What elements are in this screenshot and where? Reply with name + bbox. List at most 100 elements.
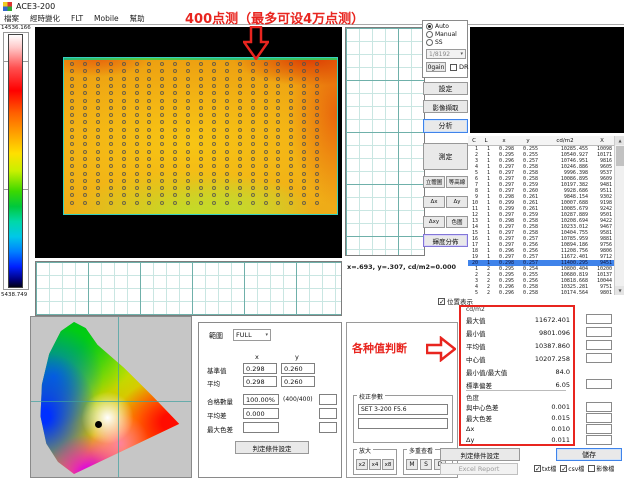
excel-report-button[interactable]: Excel Report — [440, 463, 518, 475]
measure-point — [109, 84, 113, 88]
measure-point — [135, 186, 139, 190]
delta-xy-button[interactable]: Δxy — [423, 216, 445, 228]
delta-x-button[interactable]: Δx — [423, 196, 445, 208]
judge-condition-button[interactable]: 判定條件設定 — [235, 441, 309, 454]
heatmap-canvas[interactable] — [35, 27, 342, 258]
max-diff-field[interactable] — [243, 422, 279, 433]
measure-point — [160, 142, 164, 146]
table-scrollbar[interactable]: ▲ ▼ — [614, 136, 624, 295]
stat-aux-box[interactable] — [586, 314, 612, 324]
checkbox-label: txt檔 — [542, 464, 556, 473]
radio-manual-icon[interactable] — [426, 31, 433, 38]
col-header-l[interactable]: L — [480, 138, 492, 144]
stat-aux-box[interactable] — [586, 402, 612, 412]
measure-point — [225, 157, 229, 161]
menu-time-variation[interactable]: 經時變化 — [30, 13, 60, 24]
radio-manual[interactable]: Manual — [426, 31, 457, 38]
checkbox-icon[interactable] — [588, 465, 595, 472]
checkbox-icon[interactable]: ✓ — [534, 465, 541, 472]
scrollbar-thumb[interactable] — [616, 146, 624, 166]
multi-m-button[interactable]: M — [406, 459, 418, 470]
luminance-distribution-button[interactable]: 輝度分佈 — [423, 234, 468, 247]
analyze-button[interactable]: 分析 — [423, 119, 468, 133]
export-checkbox-影像檔[interactable]: 影像檔 — [588, 464, 614, 473]
position-display-checkbox[interactable]: ✓ 位置表示 — [438, 296, 473, 306]
col-header-c[interactable]: C — [468, 138, 480, 144]
menu-flt[interactable]: FLT — [71, 14, 83, 23]
dr-checkbox-icon[interactable] — [450, 64, 457, 71]
checkbox-icon[interactable]: ✓ — [560, 465, 567, 472]
measure-point — [70, 157, 74, 161]
measure-point — [96, 128, 100, 132]
zoom-x2-button[interactable]: x2 — [356, 459, 368, 470]
menu-help[interactable]: 幫助 — [130, 13, 145, 24]
save-button[interactable]: 儲存 — [556, 448, 622, 461]
measure-point — [199, 113, 203, 117]
colorbar-frame — [3, 32, 29, 290]
heatmap-measure-area[interactable] — [63, 57, 338, 215]
scroll-up-icon[interactable]: ▲ — [615, 136, 624, 145]
radio-auto[interactable]: Auto — [426, 23, 449, 30]
ref-x-field[interactable]: 0.298 — [243, 363, 277, 374]
delta-y-button[interactable]: Δy — [446, 196, 468, 208]
avg-x-field[interactable]: 0.298 — [243, 376, 277, 387]
stat-aux-box[interactable] — [586, 327, 612, 337]
scroll-down-icon[interactable]: ▼ — [615, 286, 624, 295]
avg-y-field[interactable]: 0.260 — [281, 376, 315, 387]
measure-button[interactable]: 測定 — [423, 143, 468, 170]
avg-diff-field[interactable]: 0.000 — [243, 408, 279, 419]
pass-count-field[interactable]: 100.00% — [243, 394, 279, 405]
radio-ss[interactable]: SS — [426, 39, 443, 46]
measure-point — [147, 172, 151, 176]
radio-auto-icon[interactable] — [426, 23, 433, 30]
calibration-set-field[interactable]: SET 3-200 F5.6 — [358, 404, 448, 415]
menu-mobile[interactable]: Mobile — [94, 14, 119, 23]
max-diff-aux-box[interactable] — [319, 422, 337, 433]
settings-button[interactable]: 設定 — [423, 82, 468, 95]
col-header-X[interactable]: X — [590, 138, 614, 144]
measure-point — [225, 201, 229, 205]
zero-gain-button[interactable]: 0gain — [426, 62, 446, 72]
table-row[interactable]: 520.2960.25810174.5649801 — [468, 290, 614, 296]
measure-point — [109, 77, 113, 81]
col-header-cdm2[interactable]: cd/m2 — [540, 138, 590, 144]
annotation-side-note: 各种值判断 — [352, 340, 407, 356]
measure-point — [264, 77, 268, 81]
image-capture-button[interactable]: 影像擷取 — [423, 100, 468, 113]
export-checkbox-txt檔[interactable]: ✓txt檔 — [534, 464, 556, 473]
range-select[interactable]: FULL▾ — [233, 329, 271, 341]
position-display-checkbox-icon[interactable]: ✓ — [438, 298, 445, 305]
stat-aux-box[interactable] — [586, 435, 612, 445]
export-checkbox-csv檔[interactable]: ✓csv檔 — [560, 464, 584, 473]
stat-aux-box[interactable] — [586, 353, 612, 363]
menu-file[interactable]: 檔案 — [4, 13, 19, 24]
multi-s-button[interactable]: S — [420, 459, 432, 470]
view-3d-button[interactable]: 立體圖 — [423, 176, 445, 188]
measure-point — [251, 113, 255, 117]
stat-aux-box[interactable] — [586, 379, 612, 389]
measure-point — [276, 150, 280, 154]
contour-button[interactable]: 等高線 — [446, 176, 468, 188]
judge-condition-button-2[interactable]: 判定條件設定 — [440, 448, 520, 461]
pass-aux-box[interactable] — [319, 394, 337, 405]
measure-point — [186, 179, 190, 183]
exposure-select[interactable]: 1/8192▾ — [426, 49, 466, 59]
radio-ss-icon[interactable] — [426, 39, 433, 46]
gamut-button[interactable]: 色圍 — [446, 216, 468, 228]
stat-aux-box[interactable] — [586, 340, 612, 350]
zoom-x4-button[interactable]: x4 — [369, 459, 381, 470]
col-header-x[interactable]: x — [492, 138, 516, 144]
calibration-extra-field[interactable] — [358, 418, 448, 429]
avg-diff-aux-box[interactable] — [319, 408, 337, 419]
measure-point — [70, 128, 74, 132]
zoom-x8-button[interactable]: x8 — [382, 459, 394, 470]
stat-aux-box[interactable] — [586, 413, 612, 423]
ref-y-field[interactable]: 0.260 — [281, 363, 315, 374]
dr-checkbox[interactable]: DR — [450, 63, 469, 71]
measure-point — [96, 99, 100, 103]
stat-aux-box[interactable] — [586, 424, 612, 434]
measure-point — [225, 179, 229, 183]
measure-point — [96, 62, 100, 66]
measure-point — [147, 128, 151, 132]
col-header-y[interactable]: y — [516, 138, 540, 144]
